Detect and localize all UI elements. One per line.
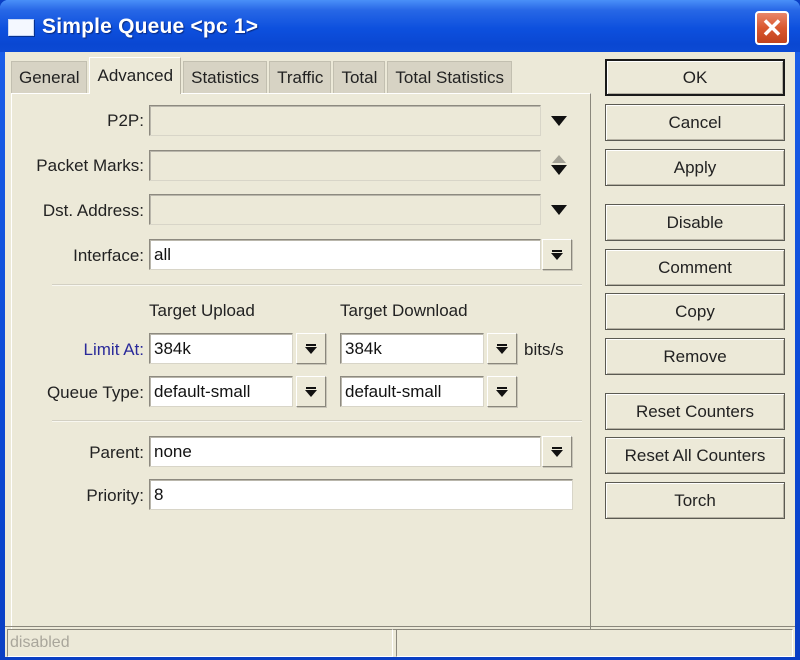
p2p-field[interactable] [149,105,541,136]
dropdown-arrow-icon [551,252,563,260]
parent-select[interactable]: none [149,436,541,467]
priority-field[interactable]: 8 [149,479,573,510]
limit-at-download-dropdown-button[interactable] [487,333,517,364]
down-arrow-icon [551,165,567,175]
limit-at-download-field[interactable]: 384k [340,333,484,364]
packet-marks-label: Packet Marks: [36,156,144,175]
up-arrow-icon [552,155,566,163]
disable-button[interactable]: Disable [605,204,785,241]
torch-button[interactable]: Torch [605,482,785,519]
tab-strip: General Advanced Statistics Traffic Tota… [11,56,514,94]
dst-address-field[interactable] [149,194,541,225]
tab-advanced[interactable]: Advanced [89,57,182,94]
queue-type-download-select[interactable]: default-small [340,376,484,407]
title-bar[interactable]: Simple Queue <pc 1> ✕ [0,0,800,52]
parent-label: Parent: [89,443,144,462]
dropdown-arrow-icon [551,449,563,457]
dropdown-arrow-icon [551,116,567,126]
dst-address-dropdown-button[interactable] [549,200,569,220]
packet-marks-field[interactable] [149,150,541,181]
status-bar: disabled [5,626,795,657]
simple-queue-window: Simple Queue <pc 1> ✕ General Advanced S… [0,0,800,660]
packet-marks-add-remove-button[interactable] [549,152,569,178]
apply-button[interactable]: Apply [605,149,785,186]
queue-type-upload-dropdown-button[interactable] [296,376,326,407]
reset-all-counters-button[interactable]: Reset All Counters [605,437,785,474]
tab-general[interactable]: General [11,61,88,94]
close-button[interactable]: ✕ [755,11,789,45]
window-icon [8,19,34,36]
interface-label: Interface: [73,246,144,265]
remove-button[interactable]: Remove [605,338,785,375]
comment-button[interactable]: Comment [605,249,785,286]
ok-button[interactable]: OK [605,59,785,96]
copy-button[interactable]: Copy [605,293,785,330]
dialog-client-area: General Advanced Statistics Traffic Tota… [5,52,795,657]
status-cell-right [396,629,793,657]
limit-at-label[interactable]: Limit At: [12,340,144,360]
limit-at-upload-field[interactable]: 384k [149,333,293,364]
window-title: Simple Queue <pc 1> [42,15,259,38]
queue-type-label: Queue Type: [46,383,144,402]
dropdown-arrow-icon [305,346,317,354]
dropdown-arrow-icon [305,389,317,397]
tab-total-statistics[interactable]: Total Statistics [387,61,513,94]
queue-type-upload-select[interactable]: default-small [149,376,293,407]
separator [52,420,582,422]
cancel-button[interactable]: Cancel [605,104,785,141]
limit-at-unit: bits/s [524,340,564,359]
priority-label: Priority: [86,486,144,505]
dst-address-label: Dst. Address: [42,201,144,220]
tab-statistics[interactable]: Statistics [183,61,268,94]
target-download-header: Target Download [340,301,468,320]
p2p-dropdown-button[interactable] [549,111,569,131]
dropdown-arrow-icon [496,389,508,397]
parent-dropdown-button[interactable] [542,436,572,467]
interface-select[interactable]: all [149,239,541,270]
close-x-icon: ✕ [761,13,783,43]
dropdown-arrow-icon [551,205,567,215]
tab-total[interactable]: Total [333,61,386,94]
status-text: disabled [7,629,393,657]
limit-at-upload-dropdown-button[interactable] [296,333,326,364]
interface-dropdown-button[interactable] [542,239,572,270]
target-upload-header: Target Upload [149,301,255,320]
dropdown-arrow-icon [496,346,508,354]
advanced-tab-panel: P2P: Packet Marks: Dst. Address: Interfa… [11,93,591,630]
reset-counters-button[interactable]: Reset Counters [605,393,785,430]
queue-type-download-dropdown-button[interactable] [487,376,517,407]
separator [52,284,582,286]
tab-traffic[interactable]: Traffic [269,61,332,94]
p2p-label: P2P: [107,111,144,130]
